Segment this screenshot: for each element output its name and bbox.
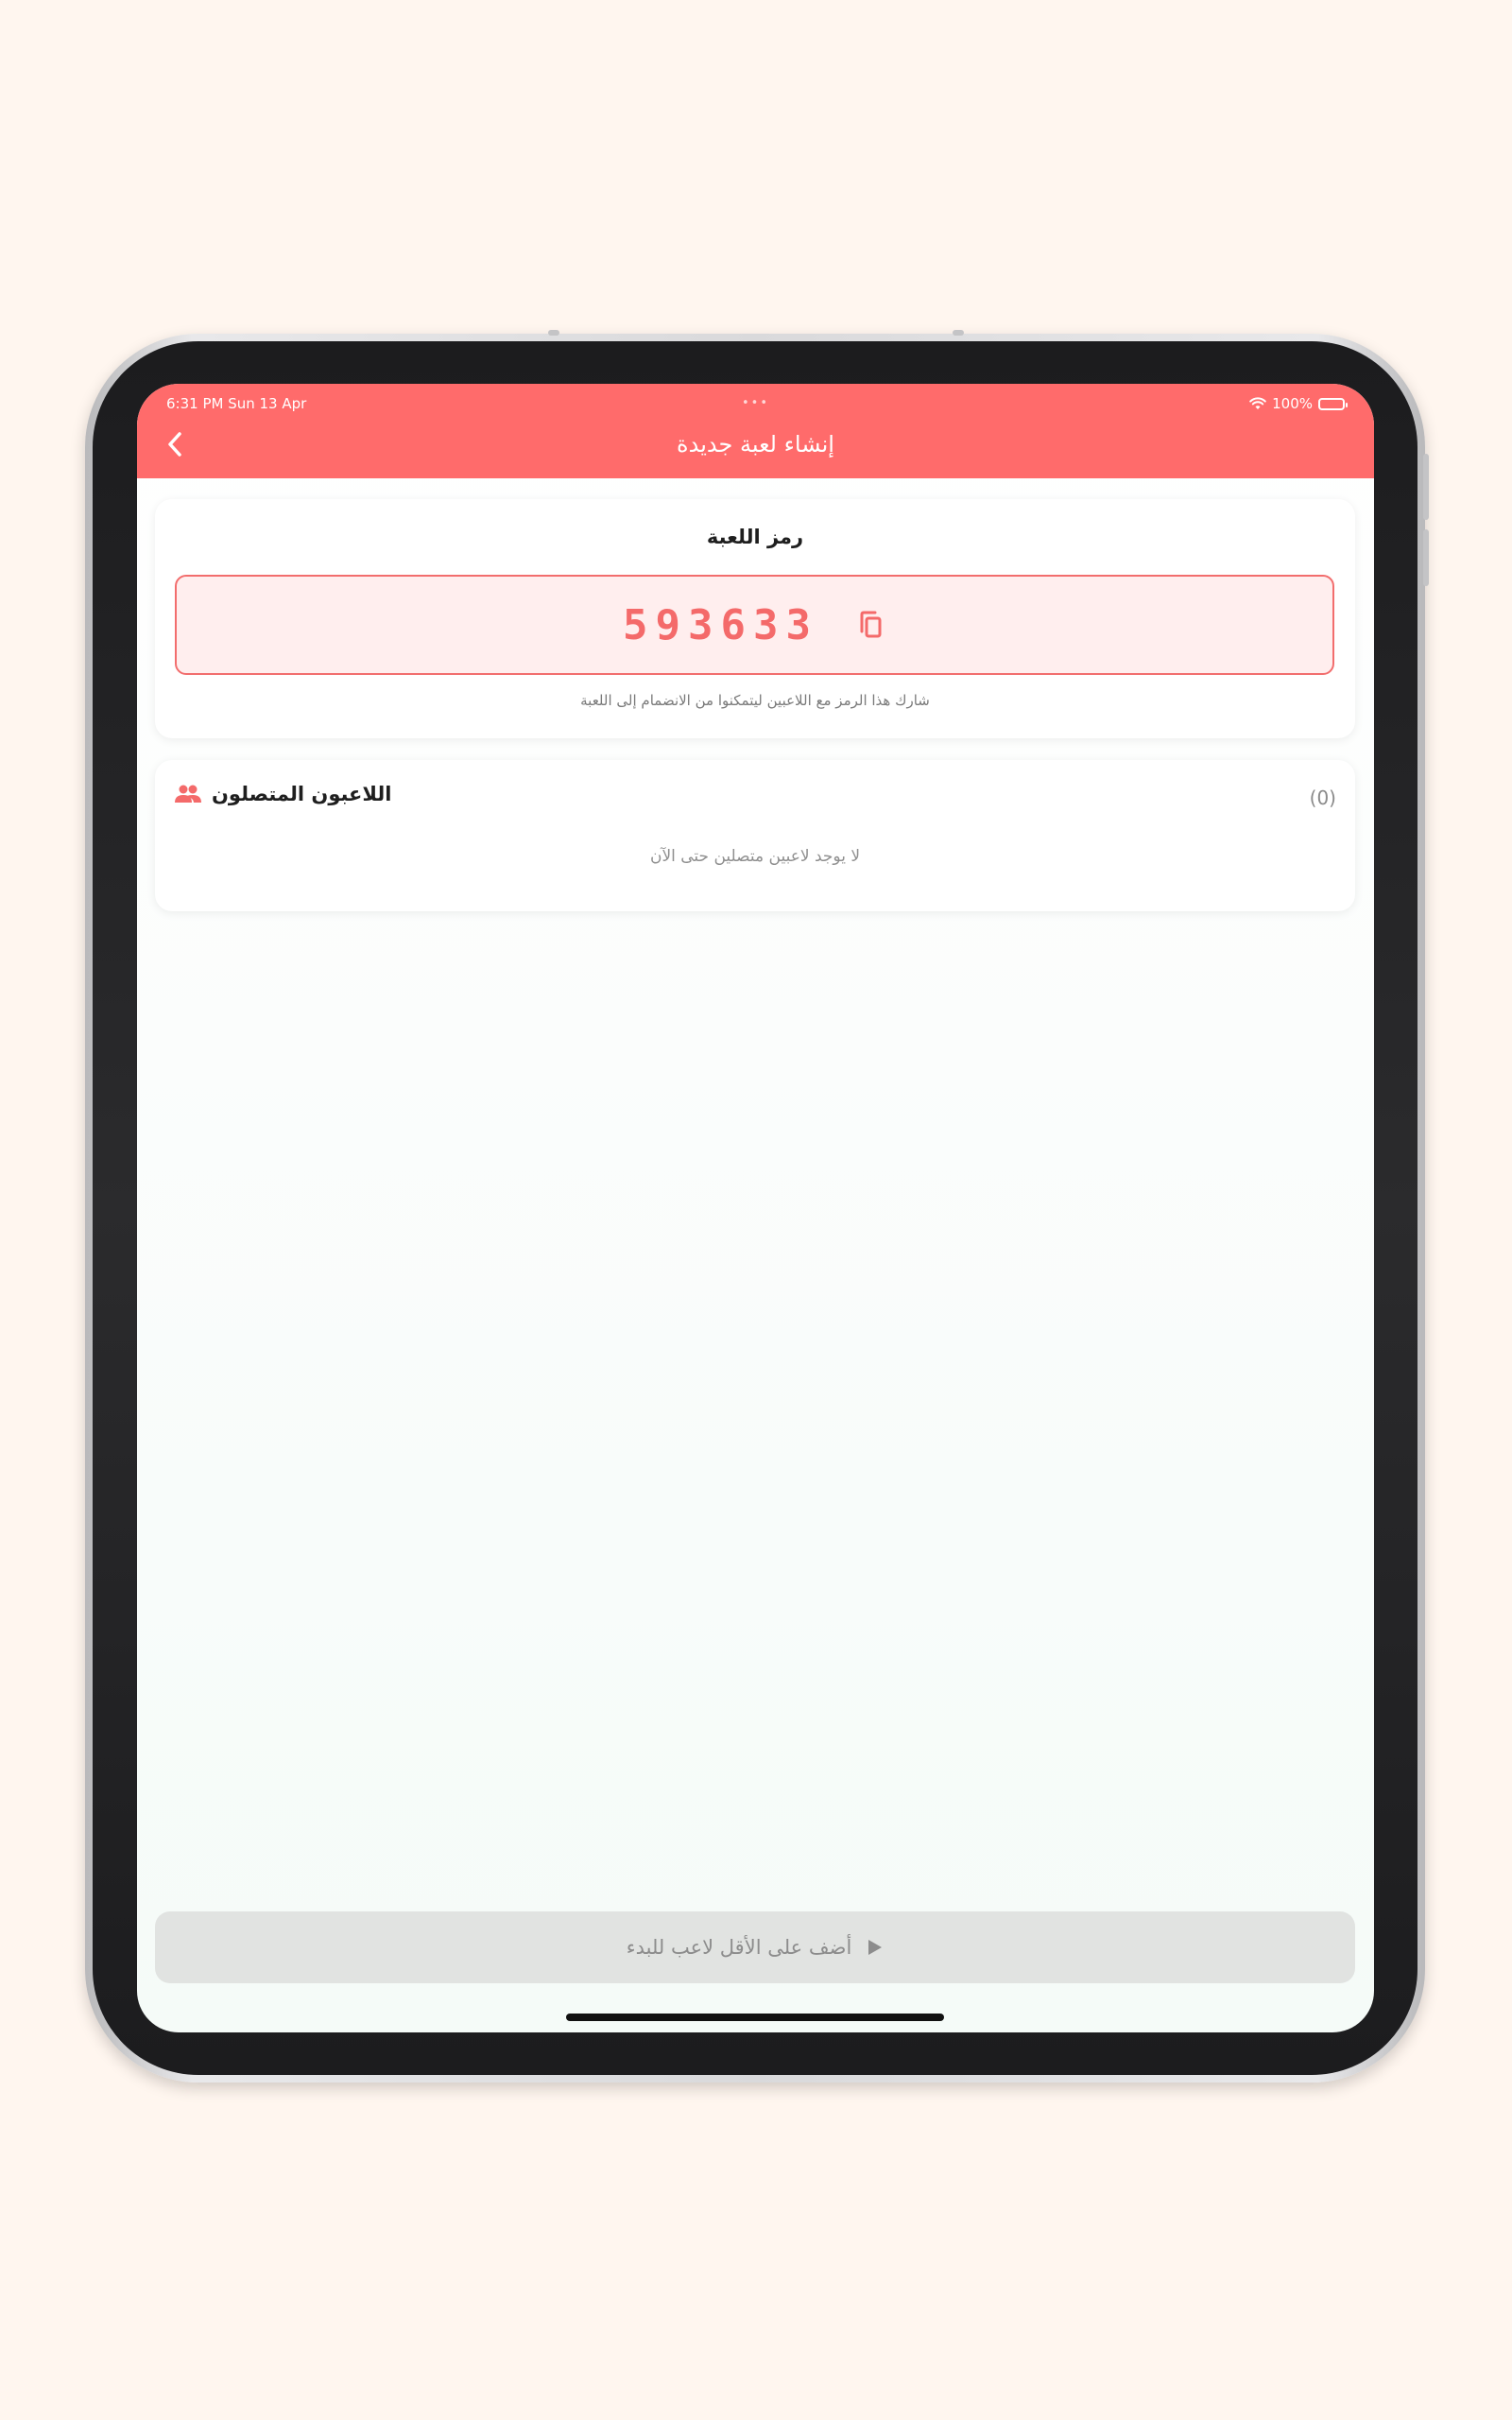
app-screen: 6:31 PM Sun 13 Apr ••• 100% إنشاء لعبة ج… bbox=[137, 384, 1374, 2032]
page: 6:31 PM Sun 13 Apr ••• 100% إنشاء لعبة ج… bbox=[0, 0, 1512, 2420]
battery-percent: 100% bbox=[1272, 395, 1313, 412]
status-bar: 6:31 PM Sun 13 Apr ••• 100% bbox=[137, 393, 1374, 414]
volume-button bbox=[1423, 454, 1429, 520]
status-time: 6:31 PM Sun 13 Apr bbox=[166, 395, 307, 412]
players-empty-state: لا يوجد لاعبين متصلين حتى الآن bbox=[649, 847, 861, 866]
copy-button[interactable] bbox=[854, 609, 886, 641]
play-icon bbox=[868, 1940, 883, 1955]
copy-icon bbox=[860, 611, 882, 638]
players-header: اللاعبون المتصلون bbox=[174, 783, 391, 805]
game-code-card: رمز اللعبة 593633 شارك هذا الرمز مع اللا… bbox=[155, 499, 1355, 738]
players-count: (0) bbox=[1309, 786, 1336, 809]
app-header: 6:31 PM Sun 13 Apr ••• 100% إنشاء لعبة ج… bbox=[137, 384, 1374, 478]
top-button bbox=[548, 330, 559, 336]
battery-icon bbox=[1318, 397, 1348, 410]
start-game-label: أضف على الأقل لاعب للبدء bbox=[626, 1936, 852, 1959]
game-code-value[interactable]: 593633 bbox=[623, 601, 818, 649]
page-title: إنشاء لعبة جديدة bbox=[677, 431, 834, 458]
start-game-button[interactable]: أضف على الأقل لاعب للبدء bbox=[155, 1911, 1355, 1983]
players-title: اللاعبون المتصلون bbox=[212, 783, 392, 805]
connected-players-card: اللاعبون المتصلون (0) لا يوجد لاعبين متص… bbox=[155, 760, 1355, 911]
game-code-box[interactable]: 593633 bbox=[175, 575, 1334, 675]
home-indicator[interactable] bbox=[566, 2014, 944, 2021]
volume-button bbox=[1423, 529, 1429, 586]
group-icon bbox=[175, 785, 201, 803]
game-code-hint: شارك هذا الرمز مع اللاعبين ليتمكنوا من ا… bbox=[580, 692, 930, 709]
status-right: 100% bbox=[1249, 395, 1348, 412]
game-code-label: رمز اللعبة bbox=[706, 526, 804, 548]
wifi-icon bbox=[1249, 397, 1266, 409]
top-button bbox=[953, 330, 964, 336]
multitask-dots[interactable]: ••• bbox=[742, 396, 769, 410]
